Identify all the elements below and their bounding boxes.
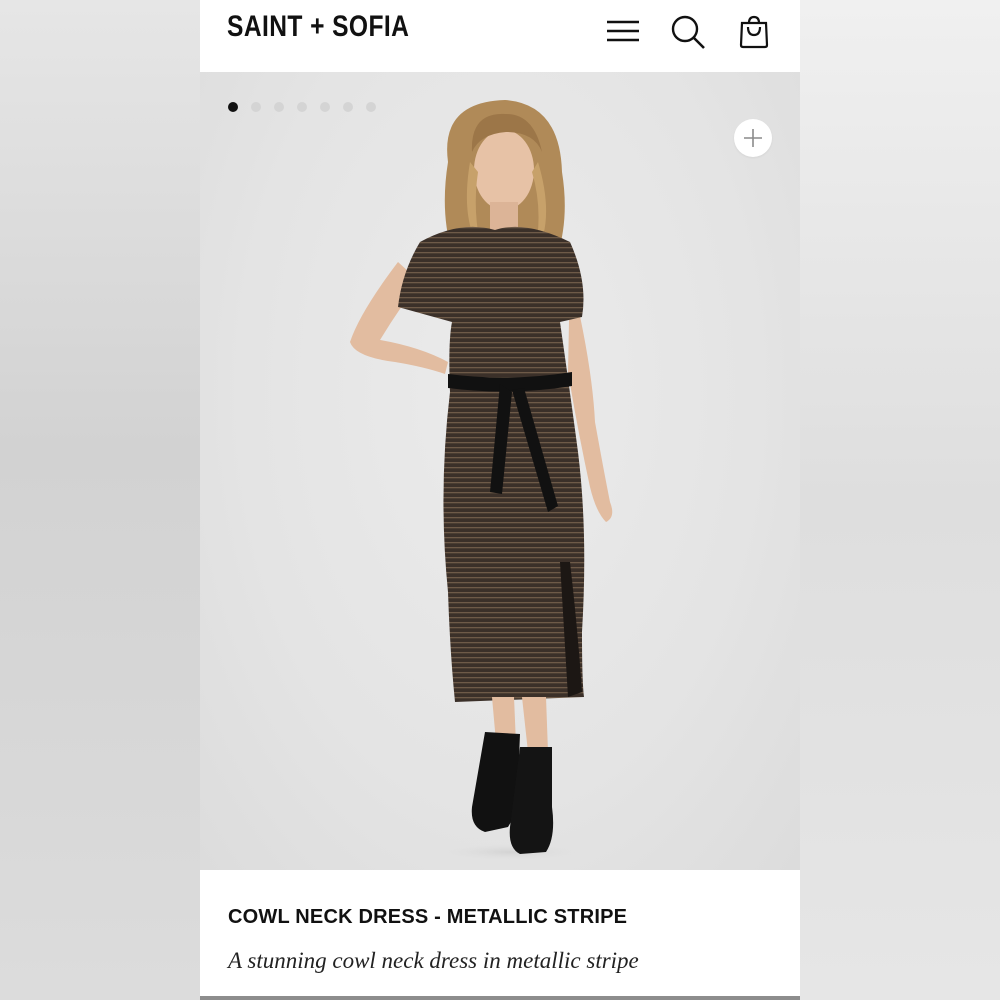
product-subtitle: A stunning cowl neck dress in metallic s… (228, 948, 639, 973)
search-icon[interactable] (670, 14, 706, 50)
gallery-dot-4[interactable] (297, 102, 307, 112)
gallery-dot-2[interactable] (251, 102, 261, 112)
product-photo[interactable] (320, 92, 640, 862)
background-left (0, 0, 200, 1000)
product-title: COWL NECK DRESS - METALLIC STRIPE (228, 906, 628, 928)
gallery-dot-3[interactable] (274, 102, 284, 112)
brand-logo[interactable]: SAINT + SOFIA (227, 10, 409, 44)
gallery-dot-1[interactable] (228, 102, 238, 112)
background-right (800, 0, 1000, 1000)
zoom-button[interactable] (734, 119, 772, 157)
plus-icon (744, 129, 762, 147)
menu-icon[interactable] (605, 14, 641, 50)
product-info: COWL NECK DRESS - METALLIC STRIPE A stun… (200, 870, 800, 1000)
product-page: SAINT + SOFIA COWL NECK DRESS - METALLIC… (200, 0, 800, 1000)
product-image-gallery[interactable] (200, 72, 800, 870)
divider (200, 996, 800, 1000)
site-header: SAINT + SOFIA (200, 0, 800, 72)
shopping-bag-icon[interactable] (736, 14, 772, 50)
